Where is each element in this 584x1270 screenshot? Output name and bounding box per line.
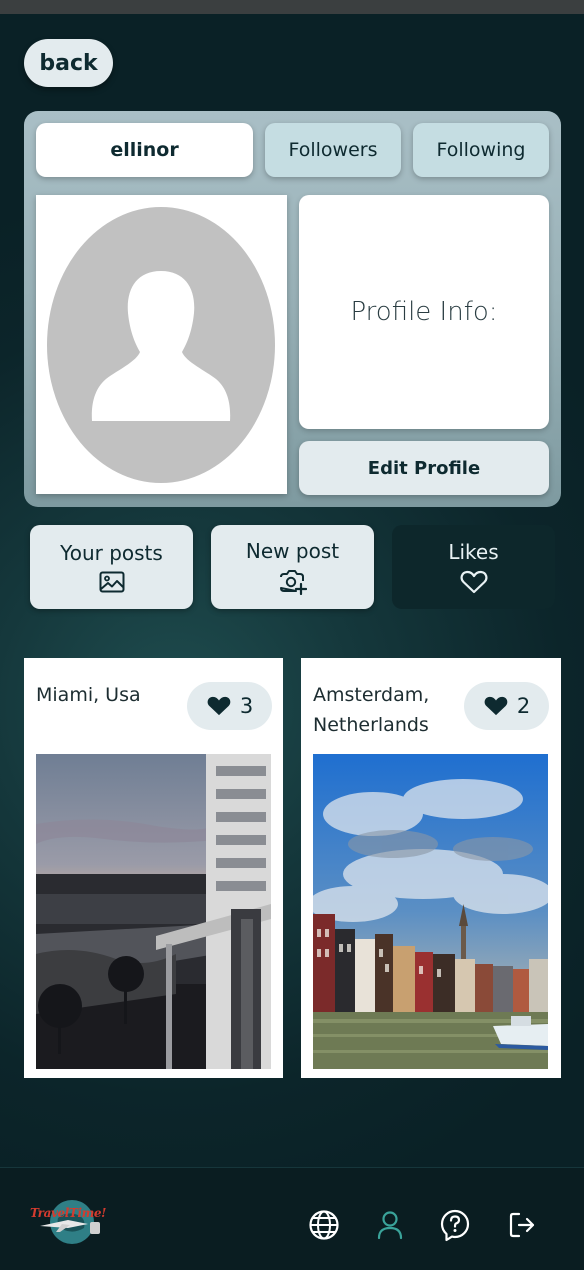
- back-button[interactable]: back: [24, 39, 113, 87]
- edit-profile-button[interactable]: Edit Profile: [299, 441, 549, 495]
- following-tab[interactable]: Following: [413, 123, 549, 177]
- logo-text: TravelTime!: [30, 1206, 107, 1220]
- post-photo[interactable]: [36, 754, 271, 1069]
- heart-icon: [484, 696, 508, 716]
- like-button[interactable]: 3: [187, 682, 272, 730]
- like-count: 3: [239, 694, 254, 718]
- window-top-bar: [0, 0, 584, 14]
- username-tab[interactable]: ellinor: [36, 123, 253, 177]
- profile-info-label: Profile Info:: [350, 297, 498, 327]
- bottom-nav: TravelTime!: [0, 1167, 584, 1270]
- followers-tab[interactable]: Followers: [265, 123, 401, 177]
- globe-icon: [309, 1210, 339, 1240]
- default-avatar-icon: [47, 207, 275, 483]
- new-post-button[interactable]: New post: [211, 525, 374, 609]
- heart-outline-icon: [460, 570, 487, 594]
- help-nav[interactable]: [438, 1208, 472, 1242]
- your-posts-label: Your posts: [60, 541, 163, 565]
- logout-nav[interactable]: [505, 1208, 539, 1242]
- profile-card: ellinor Followers Following Profile Info…: [24, 111, 561, 507]
- profile-info-box: Profile Info:: [299, 195, 549, 429]
- your-posts-button[interactable]: Your posts: [30, 525, 193, 609]
- explore-nav[interactable]: [307, 1208, 341, 1242]
- image-icon: [99, 571, 124, 593]
- post-location: Miami, Usa: [36, 684, 141, 706]
- avatar: [36, 195, 287, 494]
- likes-button[interactable]: Likes: [392, 525, 555, 609]
- post-card[interactable]: Amsterdam, Netherlands 2: [301, 658, 561, 1078]
- new-post-label: New post: [245, 539, 340, 563]
- heart-icon: [207, 696, 231, 716]
- amsterdam-photo-image: [313, 754, 548, 1069]
- help-icon: [440, 1209, 470, 1242]
- miami-photo-image: [36, 754, 271, 1069]
- app-logo[interactable]: TravelTime!: [28, 1198, 110, 1248]
- post-photo[interactable]: [313, 754, 548, 1069]
- post-card[interactable]: Miami, Usa 3: [24, 658, 283, 1078]
- like-button[interactable]: 2: [464, 682, 549, 730]
- user-icon: [377, 1211, 403, 1240]
- likes-label: Likes: [448, 540, 499, 564]
- logout-icon: [509, 1212, 535, 1238]
- camera-plus-icon: [279, 570, 307, 595]
- like-count: 2: [516, 694, 531, 718]
- profile-nav[interactable]: [373, 1208, 407, 1242]
- post-location: Amsterdam, Netherlands: [313, 684, 430, 736]
